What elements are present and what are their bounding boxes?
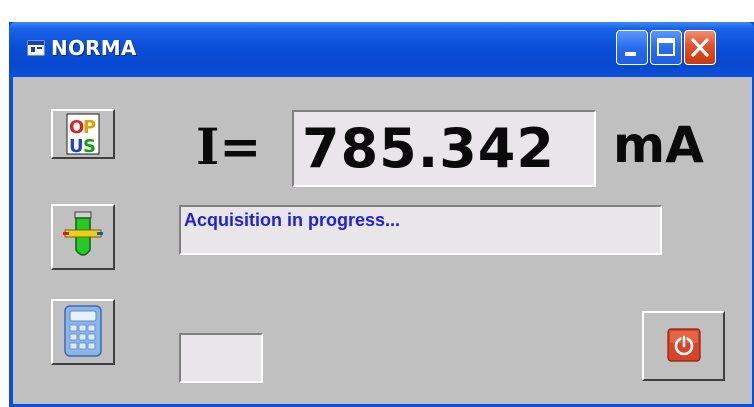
maximize-button[interactable]: [650, 30, 682, 65]
test-tube-probe-icon: [63, 211, 103, 256]
stop-button[interactable]: [642, 311, 725, 381]
calculator-button[interactable]: [51, 299, 115, 365]
small-readout-field: [179, 333, 263, 383]
app-window-icon: [27, 40, 45, 56]
close-icon: [691, 38, 709, 57]
minimize-button[interactable]: [616, 30, 648, 65]
status-field: Acquisition in progress...: [179, 205, 662, 255]
current-value-display: 785.342: [292, 110, 596, 187]
opus-button[interactable]: O P U S: [51, 109, 115, 159]
app-window: NORMA O P U S I= 785.342 mA Acquisition …: [9, 22, 754, 407]
probe-button[interactable]: [51, 204, 115, 270]
title-bar[interactable]: NORMA: [9, 22, 754, 77]
close-button[interactable]: [684, 30, 716, 65]
svg-text:U: U: [69, 136, 84, 157]
current-value: 785.342: [302, 117, 555, 180]
status-text: Acquisition in progress...: [184, 210, 401, 230]
window-title: NORMA: [51, 36, 137, 60]
minimize-icon: [625, 52, 636, 56]
power-stop-icon: [667, 328, 701, 362]
form-client-area: O P U S I= 785.342 mA Acquisition in pro…: [13, 77, 752, 404]
current-label: I=: [196, 117, 262, 176]
svg-text:P: P: [83, 117, 96, 138]
current-unit: mA: [613, 116, 704, 174]
opus-logo-icon: O P U S: [66, 113, 100, 157]
maximize-icon: [657, 38, 675, 56]
calculator-icon: [64, 305, 102, 357]
svg-text:S: S: [83, 136, 96, 157]
